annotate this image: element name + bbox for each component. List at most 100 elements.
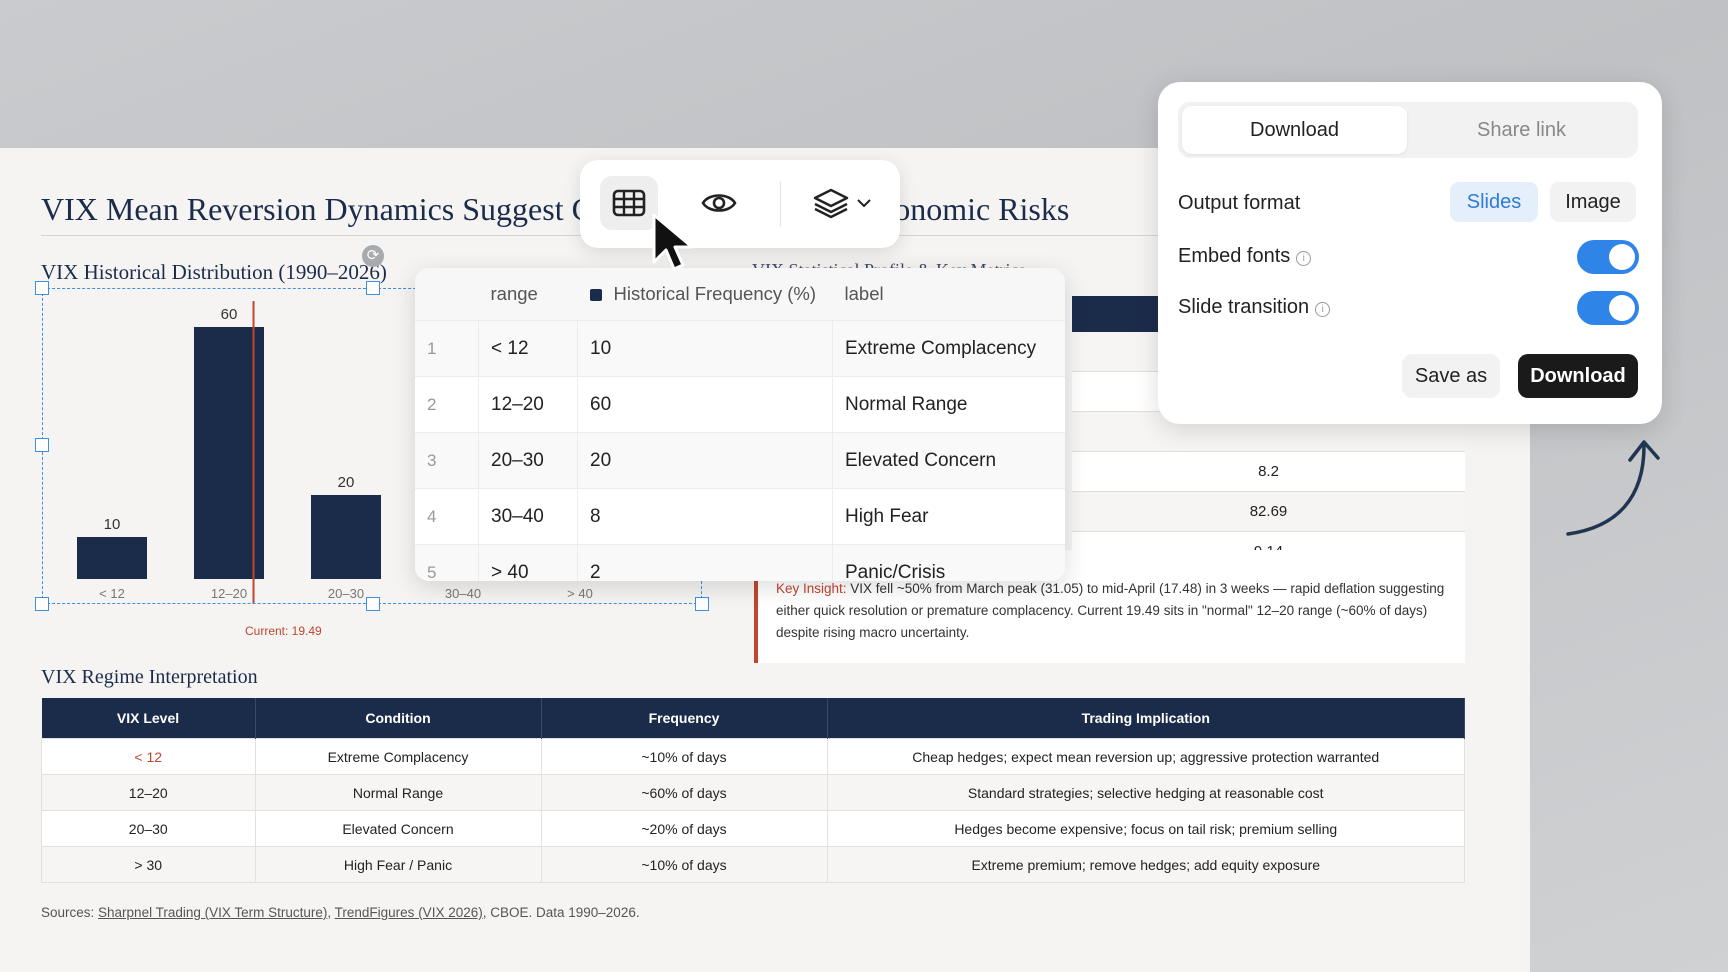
current-value-label: Current: 19.49: [245, 624, 322, 638]
toolbar-divider: [780, 182, 781, 226]
tab-share-link[interactable]: Share link: [1409, 106, 1634, 154]
eye-icon: [701, 194, 737, 212]
resize-handle-bottom[interactable]: [366, 597, 380, 611]
sources-separator: ,: [327, 905, 335, 920]
column-header-range[interactable]: range: [478, 268, 578, 321]
table-row: 5 > 40 2 Panic/Crisis: [415, 544, 1065, 581]
table-cell: Elevated Concern: [254, 810, 542, 847]
table-cell: > 30: [41, 846, 256, 883]
table-row: 12–20 Normal Range ~60% of days Standard…: [41, 774, 1465, 811]
table-icon: [612, 189, 646, 217]
sources-suffix: , CBOE. Data 1990–2026.: [482, 905, 640, 920]
slide-transition-toggle[interactable]: [1577, 291, 1639, 325]
grid-cell[interactable]: 60: [577, 376, 833, 433]
row-number: 5: [415, 544, 479, 581]
embed-fonts-row: Embed fonts i: [1178, 245, 1312, 268]
row-number: 1: [415, 320, 479, 377]
resize-handle-bottom-right[interactable]: [695, 597, 709, 611]
chevron-down-icon: [857, 199, 871, 208]
series-color-swatch: [589, 289, 602, 301]
download-button[interactable]: Download: [1518, 354, 1638, 398]
stat-value: 82.69: [1072, 492, 1465, 532]
column-header-label[interactable]: label: [832, 268, 1065, 321]
rotate-icon[interactable]: ⟳: [362, 245, 384, 267]
regime-table: VIX Level Condition Frequency Trading Im…: [41, 698, 1465, 883]
column-header-frequency[interactable]: Historical Frequency (%): [577, 268, 833, 321]
chart-toolbar: [580, 160, 900, 248]
column-header: Condition: [255, 698, 542, 739]
format-slides-option[interactable]: Slides: [1450, 182, 1538, 222]
row-number: 2: [415, 376, 479, 433]
table-row: 3 20–30 20 Elevated Concern: [415, 432, 1065, 489]
stat-value: 8.2: [1072, 452, 1465, 492]
table-row: > 30 High Fear / Panic ~10% of days Extr…: [41, 846, 1465, 883]
grid-cell[interactable]: 10: [577, 320, 833, 377]
table-cell: Standard strategies; selective hedging a…: [826, 774, 1465, 811]
row-number: 4: [415, 488, 479, 545]
grid-cell[interactable]: Extreme Complacency: [832, 320, 1065, 377]
table-cell: Extreme Complacency: [254, 738, 542, 775]
row-number: 3: [415, 432, 479, 489]
grid-cell[interactable]: 12–20: [478, 376, 578, 433]
source-link-sharpnel[interactable]: Sharpnel Trading (VIX Term Structure): [98, 905, 327, 920]
output-format-label: Output format: [1178, 192, 1301, 214]
table-cell: Cheap hedges; expect mean reversion up; …: [826, 738, 1465, 775]
panel-tabs: Download Share link: [1178, 102, 1638, 158]
slide-title: VIX Mean Reversion Dynamics Suggest Cur: [41, 191, 620, 227]
insight-key-label: Key Insight:: [776, 581, 847, 596]
grid-cell[interactable]: 8: [577, 488, 833, 545]
table-row: < 12 Extreme Complacency ~10% of days Ch…: [41, 738, 1465, 775]
embed-fonts-toggle[interactable]: [1577, 240, 1639, 274]
table-cell: 12–20: [41, 774, 256, 811]
toggle-knob: [1609, 295, 1635, 321]
resize-handle-left[interactable]: [35, 438, 49, 452]
grid-cell[interactable]: > 40: [478, 544, 578, 581]
grid-cell[interactable]: Panic/Crisis: [832, 544, 1065, 581]
table-cell: High Fear / Panic: [254, 846, 542, 883]
slide-transition-row: Slide transition i: [1178, 296, 1331, 319]
regime-section-title: VIX Regime Interpretation: [41, 666, 258, 688]
format-image-option[interactable]: Image: [1550, 182, 1636, 222]
table-cell: ~20% of days: [540, 810, 828, 847]
layers-dropdown-button[interactable]: [802, 176, 882, 230]
grid-cell[interactable]: Elevated Concern: [832, 432, 1065, 489]
data-grid-table: range Historical Frequency (%) label 1 <…: [415, 268, 1065, 581]
layers-icon: [813, 188, 849, 219]
grid-cell[interactable]: 20–30: [478, 432, 578, 489]
grid-cell[interactable]: 20: [577, 432, 833, 489]
source-link-trendfigures[interactable]: TrendFigures (VIX 2026): [335, 905, 483, 920]
resize-handle-top[interactable]: [366, 281, 380, 295]
chart-data-grid: range Historical Frequency (%) label 1 <…: [415, 268, 1065, 581]
mouse-cursor-icon: [652, 213, 694, 271]
table-cell: ~60% of days: [540, 774, 828, 811]
table-cell: 20–30: [41, 810, 256, 847]
data-grid-header: range Historical Frequency (%) label: [415, 268, 1065, 321]
insight-text: VIX fell ~50% from March peak (31.05) to…: [776, 581, 1445, 640]
chart-title: VIX Historical Distribution (1990–2026): [41, 260, 387, 284]
grid-cell[interactable]: 2: [577, 544, 833, 581]
info-icon[interactable]: i: [1296, 251, 1312, 266]
grid-cell[interactable]: High Fear: [832, 488, 1065, 545]
resize-handle-top-left[interactable]: [35, 281, 49, 295]
table-cell: Normal Range: [254, 774, 542, 811]
grid-cell[interactable]: < 12: [478, 320, 578, 377]
embed-fonts-label: Embed fonts: [1178, 245, 1291, 267]
slide-transition-label: Slide transition: [1178, 296, 1310, 318]
toggle-knob: [1609, 244, 1635, 270]
grid-cell[interactable]: 30–40: [478, 488, 578, 545]
column-header: VIX Level: [41, 698, 256, 739]
table-row: 2 12–20 60 Normal Range: [415, 376, 1065, 433]
save-as-button[interactable]: Save as: [1402, 354, 1500, 398]
column-header-frequency-label: Historical Frequency (%): [613, 283, 817, 304]
download-panel: Download Share link Output format Slides…: [1158, 82, 1662, 424]
grid-cell[interactable]: Normal Range: [832, 376, 1065, 433]
regime-table-header: VIX Level Condition Frequency Trading Im…: [41, 698, 1465, 739]
column-header: Trading Implication: [827, 698, 1465, 739]
resize-handle-bottom-left[interactable]: [35, 597, 49, 611]
column-header: Frequency: [541, 698, 828, 739]
tab-download[interactable]: Download: [1182, 106, 1407, 154]
table-cell: ~10% of days: [540, 846, 828, 883]
table-row: 4 30–40 8 High Fear: [415, 488, 1065, 545]
info-icon[interactable]: i: [1315, 302, 1331, 317]
table-cell: Hedges become expensive; focus on tail r…: [826, 810, 1465, 847]
